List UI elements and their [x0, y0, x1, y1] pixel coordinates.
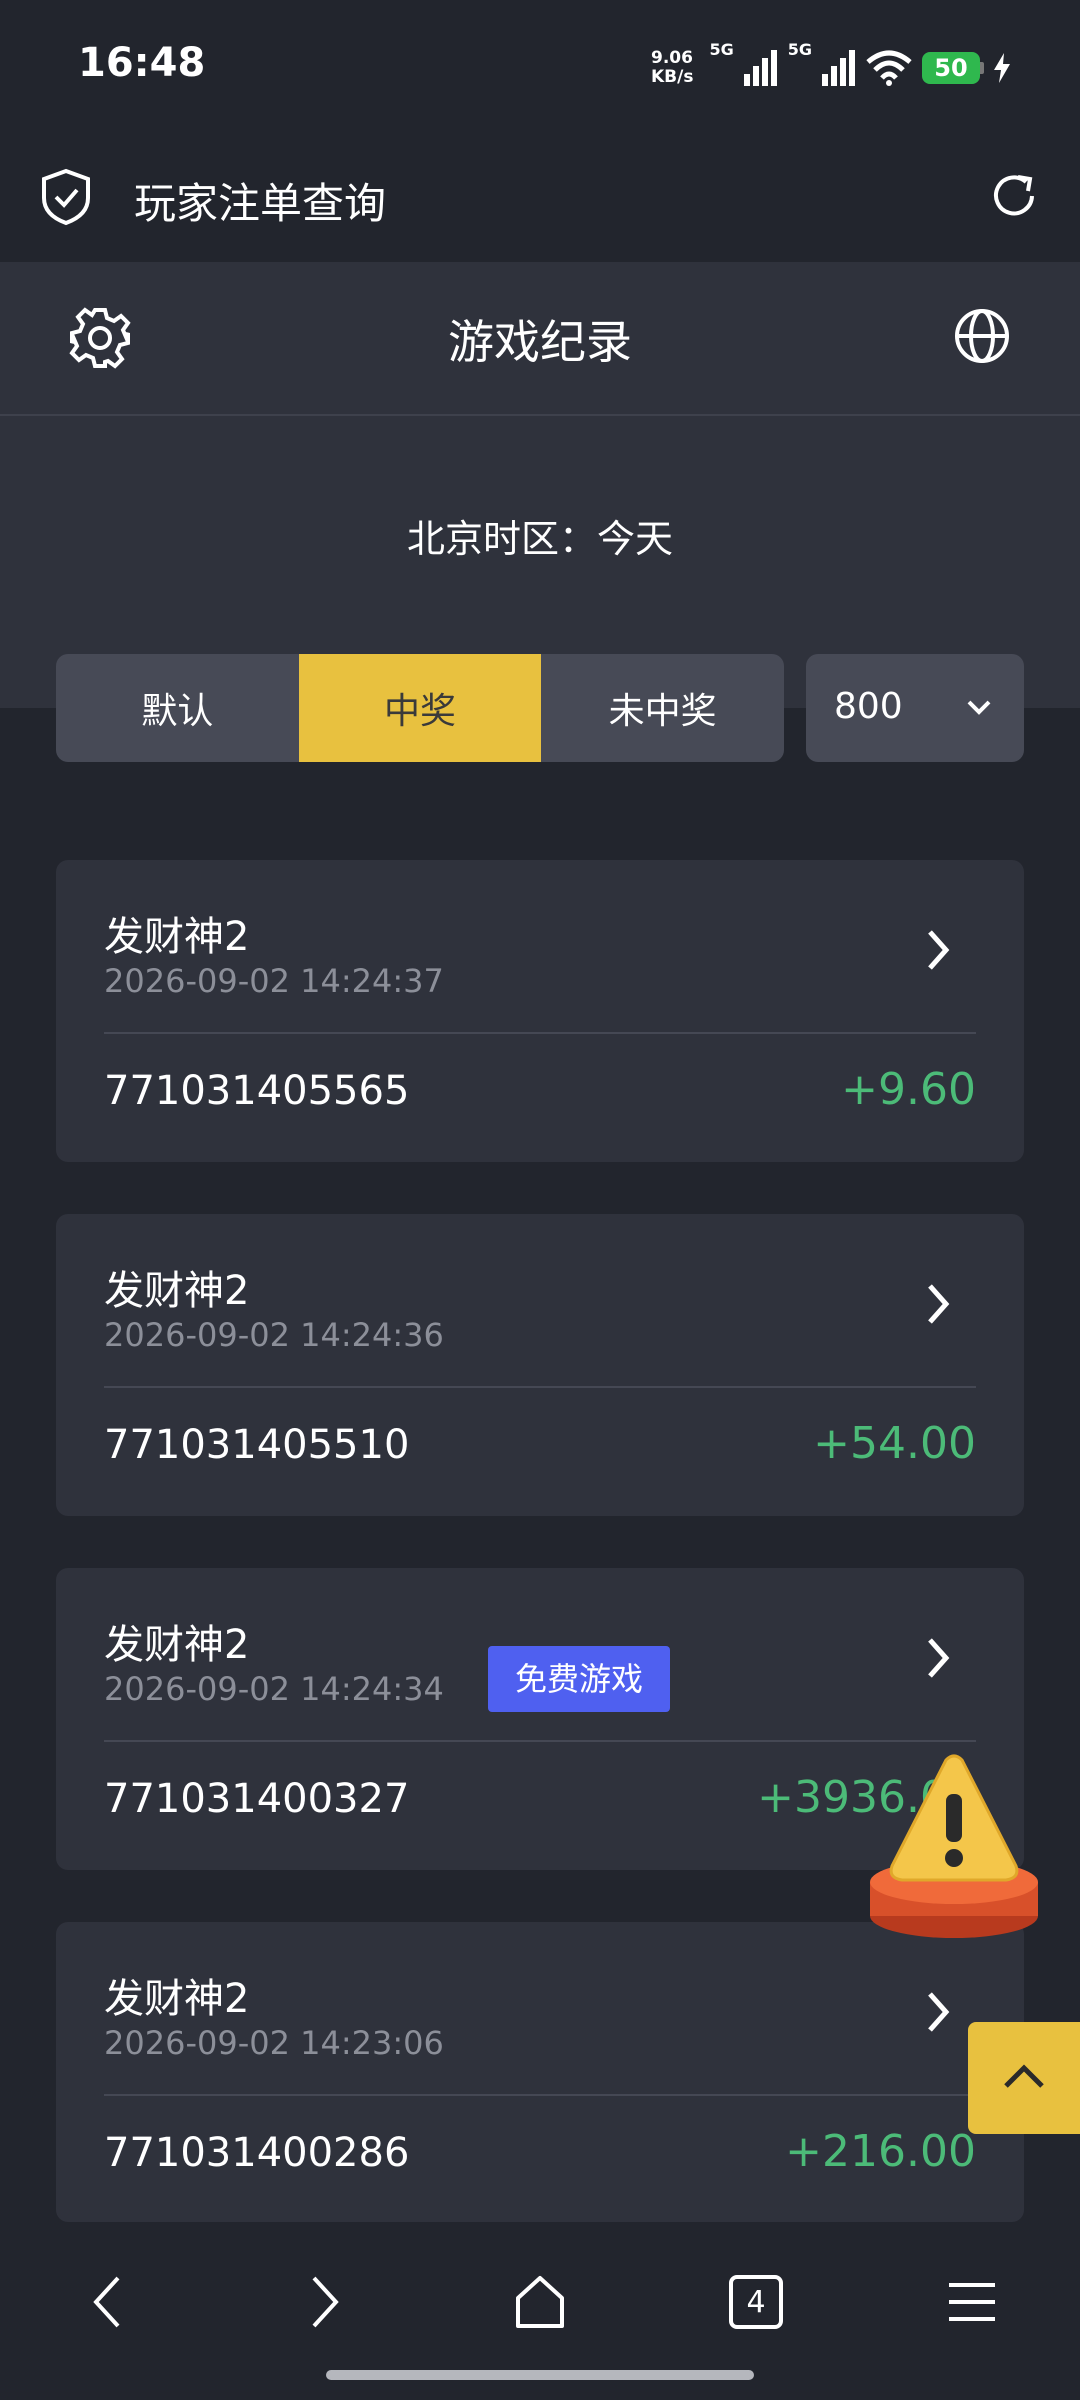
menu-icon: [949, 2283, 995, 2321]
page-size-select[interactable]: 800: [806, 654, 1024, 762]
game-name: 发财神2: [104, 1268, 250, 1314]
win-amount: +216.00: [785, 2126, 976, 2177]
divider: [104, 1032, 976, 1034]
back-button[interactable]: [68, 2262, 148, 2342]
signal-icon: [822, 50, 855, 86]
page-size-value: 800: [834, 686, 903, 727]
result-filter-tabs: 默认 中奖 未中奖: [56, 654, 784, 762]
tab-won[interactable]: 中奖: [298, 654, 542, 762]
page-header: 游戏纪录: [0, 262, 1080, 416]
chevron-right-icon[interactable]: [926, 1636, 952, 1680]
shield-check-icon[interactable]: [40, 168, 92, 226]
tab-default[interactable]: 默认: [56, 654, 299, 762]
divider: [104, 1386, 976, 1388]
chevron-right-icon[interactable]: [926, 928, 952, 972]
home-icon: [516, 2276, 564, 2328]
record-card[interactable]: 发财神2 2026-09-02 14:24:36 771031405510 +5…: [56, 1214, 1024, 1516]
tab-count: 4: [746, 2284, 766, 2320]
sim1-network-tag: 5G: [709, 40, 734, 59]
game-name: 发财神2: [104, 1976, 250, 2022]
win-amount: +54.00: [813, 1418, 976, 1469]
page-url-title[interactable]: 玩家注单查询: [134, 170, 386, 231]
chevron-right-icon[interactable]: [926, 1282, 952, 1326]
record-card[interactable]: 发财神2 2026-09-02 14:24:37 771031405565 +9…: [56, 860, 1024, 1162]
page-title: 游戏纪录: [448, 315, 632, 369]
record-id: 771031400286: [104, 2130, 410, 2176]
status-time: 16:48: [78, 40, 206, 86]
chevron-up-icon: [1004, 2064, 1044, 2088]
chevron-right-icon: [312, 2276, 339, 2328]
signal-icon: [743, 50, 777, 86]
win-amount: +9.60: [841, 1064, 976, 1115]
record-id: 771031400327: [104, 1776, 410, 1822]
record-id: 771031405565: [104, 1068, 410, 1114]
network-speed-value: 9.06: [651, 48, 693, 68]
tab-not-won[interactable]: 未中奖: [541, 654, 784, 762]
timezone-label: 北京时区：今天: [406, 517, 673, 561]
tabs-button[interactable]: 4: [716, 2262, 796, 2342]
tabs-icon: 4: [729, 2275, 783, 2329]
back-to-top-button[interactable]: [968, 2022, 1080, 2134]
wifi-icon: [866, 50, 912, 86]
record-time: 2026-09-02 14:24:34: [104, 1670, 444, 1708]
record-time: 2026-09-02 14:24:36: [104, 1316, 444, 1354]
record-id: 771031405510: [104, 1422, 410, 1468]
chevron-left-icon: [93, 2276, 120, 2328]
forward-button[interactable]: [284, 2262, 364, 2342]
record-time: 2026-09-02 14:23:06: [104, 2024, 444, 2062]
globe-icon[interactable]: [952, 306, 1012, 366]
home-indicator[interactable]: [326, 2370, 754, 2380]
home-button[interactable]: [500, 2262, 580, 2342]
record-card[interactable]: 发财神2 2026-09-02 14:23:06 771031400286 +2…: [56, 1922, 1024, 2222]
chevron-down-icon: [967, 700, 991, 715]
chevron-right-icon[interactable]: [926, 1990, 952, 2034]
status-bar: 16:48 9.06 KB/s 5G 5G 50: [0, 0, 1080, 138]
free-game-badge: 免费游戏: [488, 1646, 670, 1712]
browser-toolbar: 玩家注单查询: [0, 138, 1080, 262]
record-time: 2026-09-02 14:24:37: [104, 962, 444, 1000]
battery-level: 50: [922, 52, 980, 84]
divider: [104, 1740, 976, 1742]
battery-icon: 50: [922, 52, 984, 84]
charging-icon: [994, 53, 1010, 83]
game-name: 发财神2: [104, 1622, 250, 1668]
game-name: 发财神2: [104, 914, 250, 960]
divider: [104, 2094, 976, 2096]
menu-button[interactable]: [932, 2262, 1012, 2342]
refresh-icon[interactable]: [986, 168, 1042, 224]
network-speed: 9.06 KB/s: [651, 49, 693, 87]
warning-float-icon[interactable]: [866, 1754, 1042, 1940]
status-icons: 9.06 KB/s 5G 5G 50: [651, 40, 1010, 92]
network-speed-unit: KB/s: [651, 67, 694, 87]
sim2-network-tag: 5G: [787, 40, 812, 59]
